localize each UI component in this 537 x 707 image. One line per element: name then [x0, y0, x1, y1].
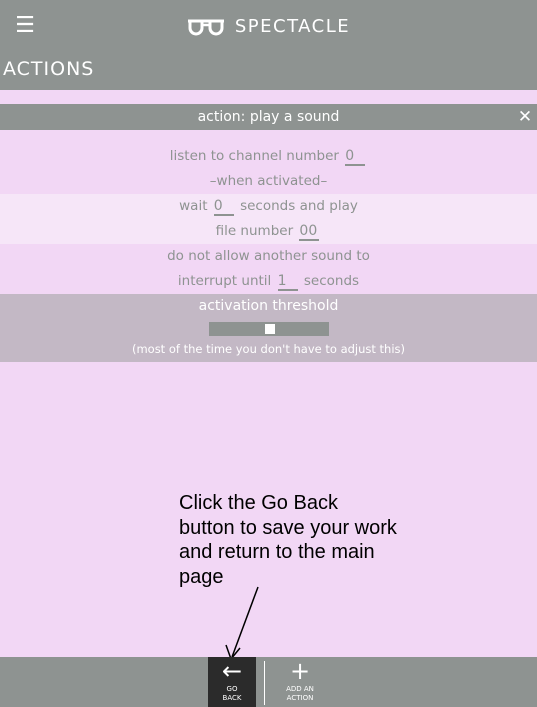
interrupt-row: do not allow another sound to interrupt …: [0, 244, 537, 294]
go-back-label-1: GO: [226, 685, 238, 693]
slider-handle[interactable]: [264, 324, 275, 334]
brand-name: SPECTACLE: [234, 15, 351, 37]
channel-number-input[interactable]: 0: [345, 148, 366, 166]
when-activated-label: –when activated–: [209, 173, 328, 189]
wait-suffix-label: seconds and play: [240, 198, 358, 214]
wait-seconds-input[interactable]: 0: [213, 198, 234, 216]
file-number-input[interactable]: 00: [299, 223, 320, 241]
go-back-button[interactable]: ← GO BACK: [208, 657, 256, 707]
interrupt-prefix-label: interrupt until: [177, 273, 272, 289]
add-action-button[interactable]: + ADD AN ACTION: [278, 657, 322, 707]
arrow-left-icon: ←: [221, 657, 243, 685]
channel-row: listen to channel number 0 –when activat…: [0, 130, 537, 194]
nav-divider: [264, 661, 265, 705]
threshold-title: activation threshold: [198, 298, 339, 314]
listen-label: listen to channel number: [169, 148, 339, 164]
brand-logo: SPECTACLE: [0, 12, 537, 40]
action-panel-header: action: play a sound ✕: [0, 104, 537, 130]
app-header: ☰ SPECTACLE ACTIONS: [0, 0, 537, 90]
bottom-nav: ← GO BACK + ADD AN ACTION: [0, 657, 537, 707]
add-action-label-2: ACTION: [286, 694, 314, 702]
instruction-annotation: Click the Go Back button to save your wo…: [179, 492, 397, 588]
plus-icon: +: [289, 657, 311, 685]
close-icon[interactable]: ✕: [515, 104, 535, 130]
interrupt-suffix-label: seconds: [303, 273, 360, 289]
threshold-slider[interactable]: [208, 322, 329, 336]
page-title: ACTIONS: [3, 58, 95, 80]
file-number-label: file number: [215, 223, 294, 239]
add-action-label-1: ADD AN: [286, 685, 314, 693]
action-title: action: play a sound: [197, 109, 340, 125]
threshold-note: (most of the time you don't have to adju…: [131, 342, 406, 356]
wait-label: wait: [179, 198, 208, 214]
interrupt-label: do not allow another sound to: [167, 248, 370, 264]
go-back-label-2: BACK: [222, 694, 242, 702]
action-panel: action: play a sound ✕ listen to channel…: [0, 104, 537, 362]
annotation-arrow: [225, 586, 259, 661]
interrupt-seconds-input[interactable]: 1: [277, 273, 298, 291]
activation-threshold: activation threshold (most of the time y…: [0, 294, 537, 362]
spectacle-glasses-icon: [187, 19, 224, 36]
wait-row: wait 0 seconds and play file number 00: [0, 194, 537, 244]
